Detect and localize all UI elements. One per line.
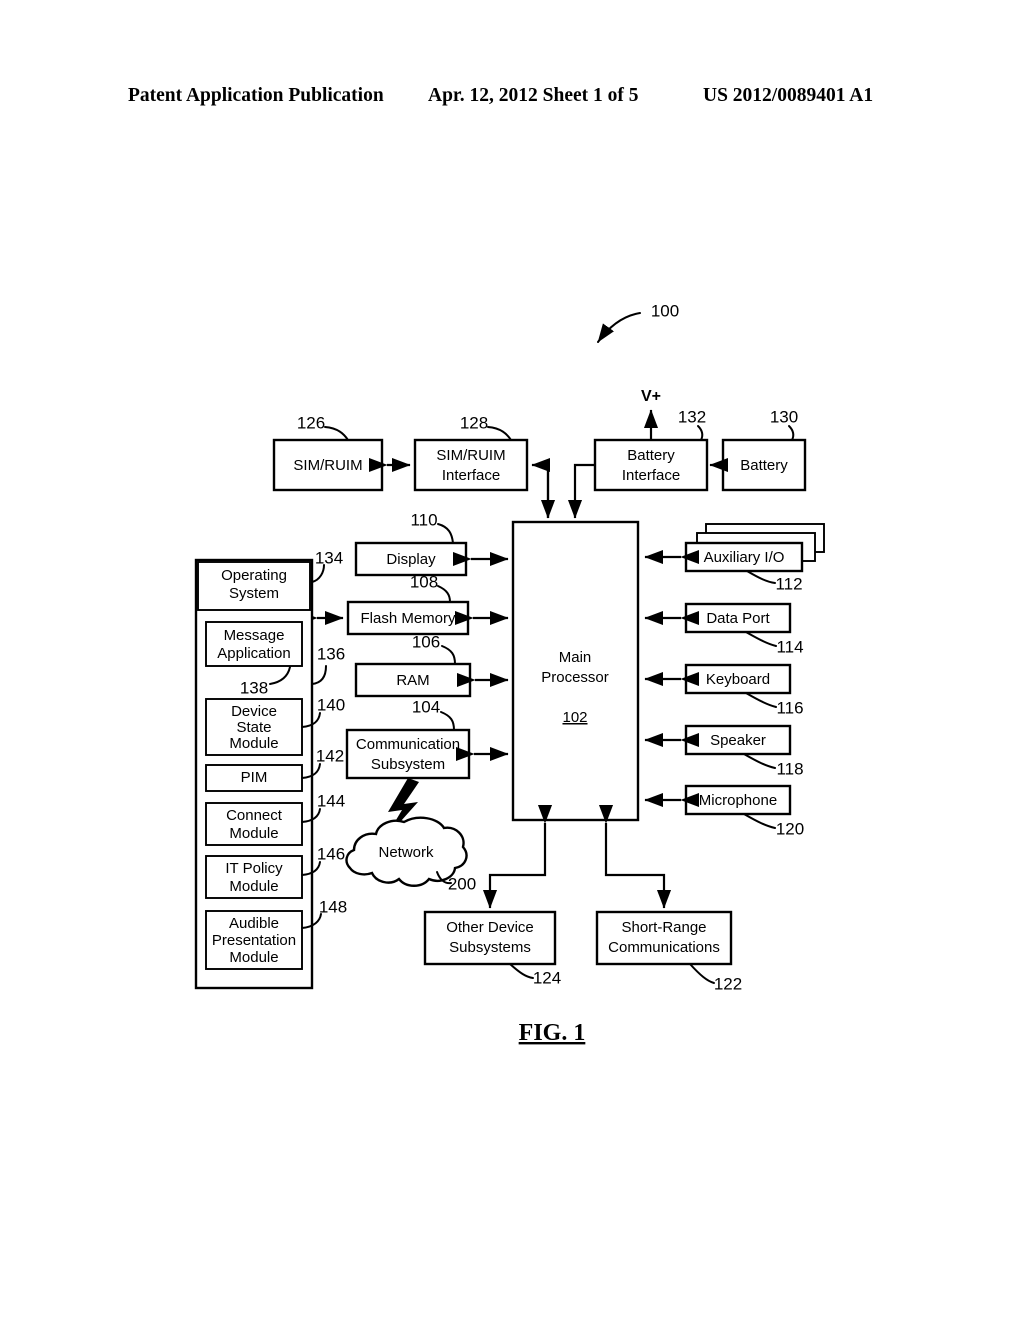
ref-136-label: 136 — [317, 644, 345, 663]
ref-148-label: 148 — [319, 897, 347, 916]
ref-116-label: 116 — [776, 698, 803, 717]
communication-subsystem-label-2: Subsystem — [371, 756, 445, 773]
data-port-label: Data Port — [706, 610, 770, 627]
other-device-subsystems-label-2: Subsystems — [449, 939, 531, 956]
os-module-1-line-1: State — [236, 719, 271, 736]
main-processor-box: Main Processor 102 — [511, 520, 640, 822]
battery-box: Battery 130 — [721, 407, 807, 492]
conn-battery-interface-to-processor — [567, 463, 595, 519]
ref-118-label: 118 — [776, 759, 803, 778]
microphone-label: Microphone — [699, 792, 777, 809]
ref-138-label: 138 — [240, 678, 268, 697]
ref-124-label: 124 — [533, 968, 561, 987]
figure-1-diagram: 100 SIM/RUIM 126 SIM/RUIM Interface 128 … — [194, 301, 825, 1046]
overall-reference-callout: 100 — [597, 301, 679, 343]
auxiliary-io-box: Auxiliary I/O 112 — [644, 523, 825, 593]
os-module-3-line-1: Module — [229, 825, 278, 842]
battery-interface-label-2: Interface — [622, 467, 680, 484]
ref-142-label: 142 — [316, 746, 344, 765]
ref-130-label: 130 — [770, 407, 798, 426]
sim-ruim-interface-label-2: Interface — [442, 467, 500, 484]
conn-processor-to-short-range — [598, 804, 672, 909]
auxiliary-io-label: Auxiliary I/O — [704, 549, 785, 566]
ref-126-label: 126 — [297, 413, 325, 432]
sim-ruim-label: SIM/RUIM — [293, 457, 362, 474]
ref-110-label: 110 — [410, 510, 437, 529]
ref-122-label: 122 — [714, 974, 742, 993]
os-module-1-line-0: Device — [231, 703, 277, 720]
sim-ruim-interface-label-1: SIM/RUIM — [436, 447, 505, 464]
ref-114-label: 114 — [776, 637, 803, 656]
v-plus-label: V+ — [641, 388, 661, 405]
other-device-subsystems-label-1: Other Device — [446, 919, 534, 936]
display-label: Display — [386, 551, 436, 568]
conn-sim-interface-to-processor-up — [531, 457, 551, 518]
ref-108-label: 108 — [410, 572, 438, 591]
sim-ruim-box: SIM/RUIM 126 — [272, 413, 384, 492]
communication-subsystem-label-1: Communication — [356, 736, 460, 753]
ram-box: RAM 106 — [354, 632, 509, 698]
patent-page: Patent Application Publication Apr. 12, … — [0, 0, 1024, 1320]
network-cloud: Network 200 — [345, 816, 476, 893]
other-device-subsystems-box: Other Device Subsystems 124 — [423, 910, 561, 987]
os-module-4-line-0: IT Policy — [225, 860, 283, 877]
os-module-1-line-2: Module — [229, 735, 278, 752]
os-module-5-line-0: Audible — [229, 915, 279, 932]
os-module-0-line-0: Message — [224, 627, 285, 644]
ref-144-label: 144 — [317, 791, 345, 810]
short-range-communications-box: Short-Range Communications 122 — [595, 910, 742, 993]
short-range-label-2: Communications — [608, 939, 720, 956]
figure-label: FIG. 1 — [519, 1020, 586, 1046]
ref-106-label: 106 — [412, 632, 440, 651]
keyboard-box: Keyboard 116 — [644, 663, 804, 717]
os-module-3-line-0: Connect — [226, 807, 283, 824]
flash-memory-box: Flash Memory 108 — [298, 572, 509, 636]
ref-140-label: 140 — [317, 695, 345, 714]
ref-134-label: 134 — [315, 548, 343, 567]
short-range-label-1: Short-Range — [621, 919, 706, 936]
sim-ruim-interface-box: SIM/RUIM Interface 128 — [413, 413, 529, 492]
keyboard-label: Keyboard — [706, 671, 770, 688]
ref-200-label: 200 — [448, 874, 476, 893]
ram-label: RAM — [396, 672, 429, 689]
ref-112-label: 112 — [775, 574, 802, 593]
data-port-box: Data Port 114 — [644, 602, 804, 656]
ref-132-label: 132 — [678, 407, 706, 426]
os-module-2-line-0: PIM — [241, 769, 268, 786]
communication-subsystem-box: Communication Subsystem 104 — [345, 697, 509, 780]
display-box: Display 110 — [354, 510, 509, 577]
os-module-0-line-1: Application — [217, 645, 290, 662]
speaker-label: Speaker — [710, 732, 766, 749]
main-processor-label-1: Main — [559, 649, 592, 666]
operating-system-panel: Operating System 134 136 Message Applica… — [194, 548, 347, 990]
os-module-5-line-2: Module — [229, 949, 278, 966]
battery-interface-label-1: Battery — [627, 447, 675, 464]
flash-memory-label: Flash Memory — [360, 610, 456, 627]
os-module-5-line-1: Presentation — [212, 932, 296, 949]
ref-120-label: 120 — [776, 819, 804, 838]
os-module-4-line-1: Module — [229, 878, 278, 895]
operating-system-title-2: System — [229, 585, 279, 602]
ref-104-label: 104 — [412, 697, 440, 716]
network-label: Network — [378, 844, 434, 861]
main-processor-label-2: Processor — [541, 669, 609, 686]
battery-label: Battery — [740, 457, 788, 474]
operating-system-title-1: Operating — [221, 567, 287, 584]
ref-100-label: 100 — [651, 301, 679, 320]
ref-146-label: 146 — [317, 844, 345, 863]
conn-processor-to-other-subsystems — [482, 804, 553, 909]
ref-102-label: 102 — [562, 709, 587, 726]
speaker-box: Speaker 118 — [644, 724, 804, 778]
ref-128-label: 128 — [460, 413, 488, 432]
v-plus-output: V+ — [641, 388, 661, 440]
microphone-box: Microphone 120 — [644, 784, 804, 838]
